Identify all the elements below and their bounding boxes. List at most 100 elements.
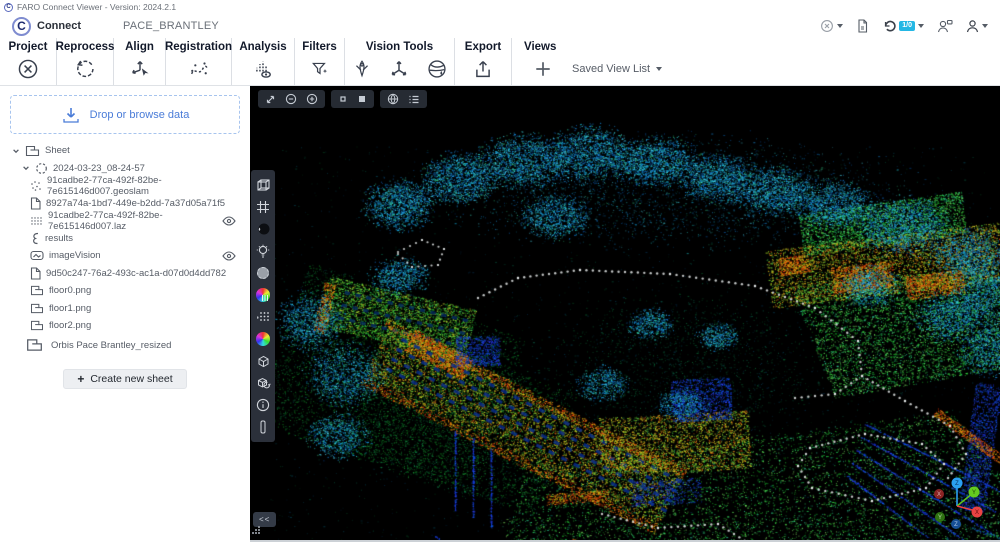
tree-item-file2[interactable]: 9d50c247-76a2-493c-ac1a-d07d0d4dd782 (0, 265, 250, 283)
info-icon[interactable] (251, 394, 275, 416)
drop-browse-label: Drop or browse data (90, 109, 190, 121)
vision-orb-icon[interactable] (426, 58, 448, 80)
header-actions: 1/0 (820, 19, 988, 33)
scan-icon (35, 162, 48, 175)
results-icon (30, 232, 40, 245)
user-menu-button[interactable] (966, 19, 988, 33)
axis-gizmo[interactable]: X Y Z Z Y X (929, 472, 987, 535)
sheet-icon (26, 338, 43, 352)
chevron-down-icon[interactable] (12, 147, 20, 155)
axis-y: Y (972, 490, 976, 496)
analysis-icon[interactable] (252, 58, 274, 80)
connect-logo-icon: C (12, 17, 31, 36)
ruler-icon[interactable] (251, 416, 275, 438)
ribbon-group-registration: Registration (166, 38, 232, 85)
ambient-occlusion-icon[interactable] (251, 218, 275, 240)
download-icon (61, 106, 81, 124)
undo-control[interactable]: 1/0 (882, 19, 924, 33)
tree-item-imagevision[interactable]: imageVision (0, 247, 250, 265)
undo-count-badge: 1/0 (899, 21, 915, 31)
chevron-down-icon[interactable] (22, 164, 30, 172)
close-project-icon[interactable] (17, 58, 39, 80)
tree-item-floor1[interactable]: floor1.png (0, 300, 250, 318)
saved-view-list-dropdown[interactable]: Saved View List (572, 63, 662, 75)
lighting-icon[interactable] (251, 240, 275, 262)
tree-item-laz[interactable]: 91cadbe2-77ca-492f-82be-7e615146d007.laz (0, 212, 250, 230)
registration-icon[interactable] (188, 58, 210, 80)
clip-box-edit-icon[interactable] (251, 372, 275, 394)
point-size-large-icon[interactable] (357, 94, 367, 104)
create-new-sheet-button[interactable]: + Create new sheet (63, 369, 186, 389)
tree-item-floor2[interactable]: floor2.png (0, 317, 250, 335)
tree-item-orbis-sheet[interactable]: Orbis Pace Brantley_resized (0, 335, 250, 356)
brand-label: Connect (37, 20, 81, 32)
axis-z: Z (955, 481, 959, 487)
color-histogram-icon[interactable] (251, 284, 275, 306)
title-bar: C FARO Connect Viewer - Version: 2024.2.… (0, 0, 1000, 14)
render-tools-panel (251, 170, 275, 442)
axis-neg-x: X (937, 492, 941, 498)
user-icon (966, 19, 979, 33)
globe-icon[interactable] (387, 93, 399, 105)
ribbon-group-filters: Filters (295, 38, 345, 85)
app-header: C Connect PACE_BRANTLEY 1/0 (0, 14, 1000, 38)
file-icon (30, 197, 41, 210)
reprocess-icon[interactable] (74, 58, 96, 80)
color-wheel-icon[interactable] (251, 328, 275, 350)
tree-item-sheet[interactable]: Sheet (0, 142, 250, 160)
dismiss-circle-button[interactable] (820, 19, 843, 33)
ribbon-group-project: Project (0, 38, 57, 85)
axis-neg-y: Y (938, 515, 942, 521)
ribbon-group-analysis: Analysis (232, 38, 295, 85)
chevron-down-icon (837, 24, 843, 28)
tree-item-geoslam[interactable]: 91cadbe2-77ca-492f-82be-7e615146d007.geo… (0, 177, 250, 195)
drop-browse-data-zone[interactable]: Drop or browse data (10, 95, 240, 134)
axis-neg-z: Z (954, 522, 958, 528)
clip-box-icon[interactable] (251, 350, 275, 372)
chevron-down-icon (656, 67, 662, 71)
vision-axes-icon[interactable] (388, 58, 410, 80)
cube-view-icon[interactable] (251, 174, 275, 196)
fit-view-icon[interactable] (265, 94, 276, 105)
ribbon-group-reprocess: Reprocess (57, 38, 114, 85)
zoom-in-icon[interactable] (306, 93, 318, 105)
point-size-small-icon[interactable] (338, 94, 348, 104)
filters-icon[interactable] (310, 59, 330, 79)
vision-pin-icon[interactable] (352, 58, 372, 80)
layers-list-icon[interactable] (408, 94, 420, 105)
viewport-3d: << X Y Z Z Y X (250, 86, 1000, 542)
sheet-icon (30, 303, 44, 314)
visibility-eye-icon[interactable] (222, 216, 236, 226)
visibility-eye-icon[interactable] (222, 251, 236, 261)
undo-icon (882, 19, 896, 33)
point-density-icon[interactable] (251, 306, 275, 328)
axis-x: X (975, 510, 979, 516)
window-title: FARO Connect Viewer - Version: 2024.2.1 (17, 2, 176, 12)
viewport-toolbar (258, 90, 427, 108)
ribbon-toolbar: Project Reprocess Align Registration (0, 38, 1000, 86)
brightness-icon[interactable] (251, 262, 275, 284)
sheet-icon (25, 145, 40, 157)
ribbon-group-views: Views Saved View List (512, 38, 1000, 85)
app-logo-icon: C (4, 3, 13, 12)
chat-user-icon[interactable] (937, 19, 953, 33)
image-icon (30, 250, 44, 261)
zoom-out-icon[interactable] (285, 93, 297, 105)
add-view-icon[interactable] (532, 58, 554, 80)
project-tab[interactable]: PACE_BRANTLEY (123, 20, 219, 32)
ribbon-group-align: Align (114, 38, 166, 85)
point-cloud-canvas[interactable] (250, 86, 1000, 542)
dismiss-circle-icon (820, 19, 834, 33)
tree-item-floor0[interactable]: floor0.png (0, 282, 250, 300)
chevron-down-icon (982, 24, 988, 28)
pointcloud-icon (30, 215, 43, 227)
project-tree: Sheet 2024-03-23_08-24-57 91cadbe2-77ca-… (0, 142, 250, 356)
align-icon[interactable] (129, 58, 151, 80)
grid-icon[interactable] (251, 196, 275, 218)
sheet-icon (30, 320, 44, 331)
resize-grip-icon[interactable] (252, 522, 261, 540)
export-icon[interactable] (472, 58, 494, 80)
tree-item-results[interactable]: results (0, 230, 250, 248)
ribbon-group-export: Export (455, 38, 512, 85)
document-icon[interactable] (856, 19, 869, 33)
